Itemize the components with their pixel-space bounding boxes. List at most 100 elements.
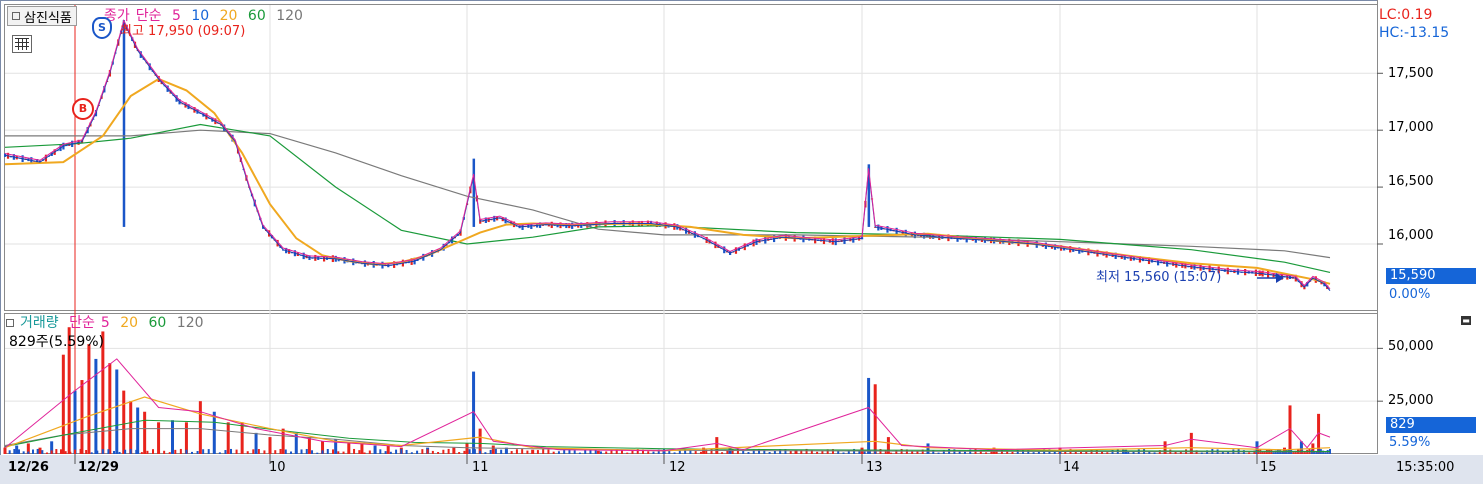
volume-bar [360, 443, 364, 454]
volume-ma-legend[interactable]: 거래량 단순 5 20 60 120 [6, 315, 210, 331]
volume-bar [1153, 452, 1156, 454]
volume-bar [911, 451, 914, 454]
volume-bar [395, 449, 398, 454]
volume-bar [290, 451, 293, 454]
volume-bar [136, 407, 140, 454]
hc-value: HC:-13.15 [1379, 25, 1450, 41]
volume-bar [326, 449, 329, 454]
price-ma-legend[interactable]: 종가 단순 5 10 20 60 120 [104, 8, 309, 24]
volume-bar [1011, 451, 1014, 454]
x-label-15: 15 [1260, 460, 1277, 475]
volume-bar [710, 448, 713, 454]
collapse-square-icon [12, 12, 20, 20]
volume-bar [143, 411, 147, 454]
volume-bar [15, 445, 19, 454]
volume-bar [207, 449, 210, 454]
x-label-11: 11 [472, 460, 489, 475]
volume-bar [505, 451, 508, 454]
price-tick-16500: 16,500 [1388, 174, 1434, 189]
volume-period-60: 60 [148, 315, 167, 331]
volume-bar [873, 384, 877, 454]
volume-bar [61, 354, 65, 454]
panel-minimize-icon[interactable]: ▬ [1461, 316, 1471, 325]
volume-bar [22, 451, 25, 454]
x-label-13: 13 [866, 460, 883, 475]
volume-info: 829주(5.59%) [9, 334, 105, 350]
volume-bar [300, 449, 303, 454]
volume-tick-50000: 50,000 [1388, 339, 1434, 354]
volume-bar [932, 450, 935, 454]
volume-bar [174, 449, 177, 454]
volume-bar [536, 450, 539, 454]
current-price-tag: 15,590 [1386, 268, 1476, 284]
volume-bar [8, 450, 11, 454]
volume-bar [85, 449, 88, 454]
volume-tick-25000: 25,000 [1388, 393, 1434, 408]
volume-bar [494, 448, 497, 454]
price-pane-frame [4, 4, 1378, 311]
volume-bar [985, 452, 988, 454]
volume-bar [363, 452, 366, 454]
volume-bar [27, 451, 30, 454]
volume-bar [311, 450, 314, 454]
stock-chart-window: 삼진식품 종가 단순 5 10 20 60 120 최고 17,950 (09:0… [0, 0, 1483, 484]
x-label-14: 14 [1063, 460, 1080, 475]
price-spike-2 [122, 22, 126, 227]
volume-bar [263, 450, 266, 454]
volume-bar [337, 451, 340, 454]
volume-bar [87, 344, 91, 454]
current-volume-pct: 5.59% [1389, 435, 1431, 450]
volume-bar [578, 452, 581, 454]
volume-bar [963, 451, 966, 454]
volume-bar [226, 422, 230, 454]
volume-bar [479, 450, 482, 454]
stock-name-box[interactable]: 삼진식품 [7, 6, 77, 26]
volume-bar [463, 450, 466, 454]
volume-bar [241, 451, 244, 454]
volume-bar [353, 448, 356, 454]
volume-bar [384, 451, 387, 454]
volume-label: 거래량 [20, 315, 59, 331]
volume-bar [129, 448, 132, 454]
x-label-1226: 12/26 [8, 460, 49, 475]
legend-period-120: 120 [276, 8, 303, 24]
volume-bar [90, 452, 93, 454]
volume-bar [69, 451, 72, 454]
legend-period-10: 10 [191, 8, 210, 24]
volume-collapse-square-icon [6, 319, 14, 327]
volume-bar [465, 443, 469, 454]
grid-table-icon[interactable] [12, 35, 32, 53]
volume-bar [478, 428, 482, 454]
volume-bar [731, 449, 734, 454]
volume-bar [447, 448, 450, 454]
volume-bar [96, 450, 99, 454]
volume-bar [374, 449, 377, 454]
volume-bar [124, 449, 127, 454]
price-spike-0 [472, 158, 476, 227]
volume-bar [196, 451, 199, 454]
legend-period-60: 60 [247, 8, 266, 24]
volume-bar [1032, 452, 1035, 454]
volume-bar [135, 449, 138, 454]
volume-bar [489, 449, 492, 454]
volume-bar [321, 450, 324, 454]
volume-bar [552, 451, 555, 454]
volume-bar [867, 377, 871, 454]
low-price-label: 최저 15,560 (15:07) [1096, 270, 1222, 285]
chart-canvas[interactable] [0, 0, 1483, 484]
volume-bar [163, 450, 166, 454]
volume-bar [599, 451, 602, 454]
volume-bar [868, 451, 871, 454]
volume-bar [347, 449, 350, 454]
volume-bar [38, 447, 42, 454]
volume-bar [584, 450, 587, 454]
volume-bar [140, 452, 143, 454]
volume-bar [421, 449, 424, 454]
volume-bar [368, 450, 371, 454]
volume-bar [122, 390, 126, 454]
volume-bar [230, 448, 232, 454]
volume-bar [1106, 452, 1109, 454]
volume-bar [678, 450, 681, 454]
volume-bar [342, 451, 345, 454]
sell-marker-text: S [98, 21, 106, 34]
